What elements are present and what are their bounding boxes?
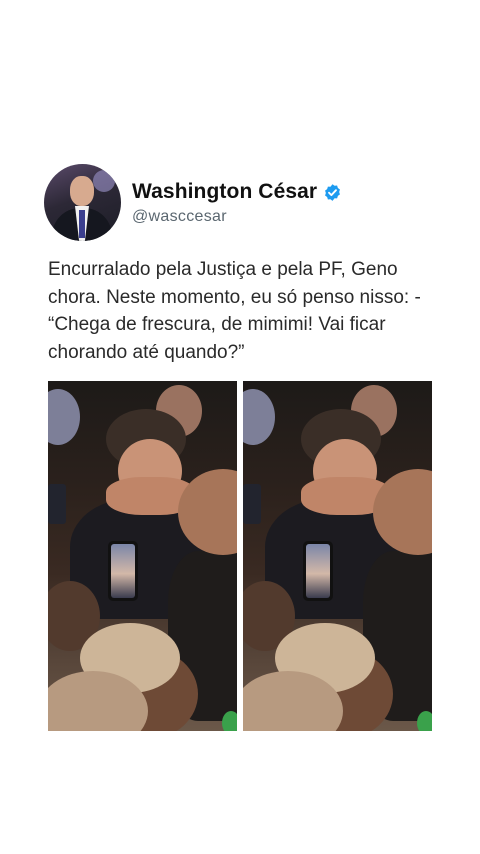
avatar-tie: [79, 210, 85, 238]
tweet-header: Washington César @wasccesar: [44, 164, 444, 244]
tweet-screenshot: Washington César @wasccesar Encurralado …: [0, 0, 480, 854]
tweet-line: chora. Neste momento, eu só penso nisso:…: [48, 286, 421, 308]
display-name[interactable]: Washington César: [132, 180, 317, 204]
phone-in-photo: [108, 541, 138, 601]
tweet-media[interactable]: [48, 381, 432, 731]
tweet-line: chorando até quando?”: [48, 341, 245, 363]
avatar[interactable]: [44, 164, 121, 241]
name-row: Washington César: [132, 180, 342, 204]
tweet-text: Encurralado pela Justiça e pela PF, Geno…: [48, 256, 438, 366]
phone-in-photo: [48, 484, 66, 524]
media-photo-left[interactable]: [48, 381, 237, 731]
media-photo-right[interactable]: [243, 381, 432, 731]
verified-badge-icon: [325, 183, 341, 201]
phone-in-photo: [303, 541, 333, 601]
avatar-bg-light: [93, 170, 115, 192]
photo-shape: [48, 389, 80, 445]
photo-shape: [243, 389, 275, 445]
photo-shape: [417, 711, 432, 731]
tweet-line: Encurralado pela Justiça e pela PF, Geno: [48, 259, 398, 280]
avatar-head: [70, 176, 94, 206]
photo-shape: [222, 711, 237, 731]
phone-in-photo: [243, 484, 261, 524]
tweet-line: “Chega de frescura, de mimimi! Vai ficar: [48, 314, 386, 335]
user-handle[interactable]: @wasccesar: [132, 208, 227, 226]
